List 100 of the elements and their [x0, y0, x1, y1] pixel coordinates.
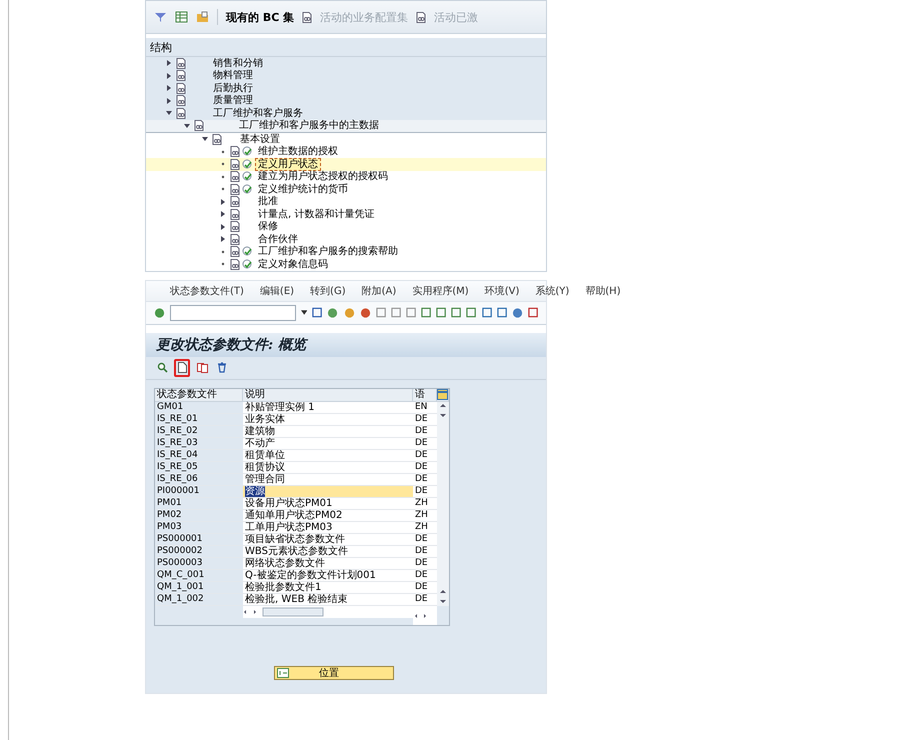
tree-item-label[interactable]: 定义维护统计的货币: [255, 182, 351, 196]
toolbar-item[interactable]: 现有的 BC 集: [226, 10, 294, 24]
table-cell[interactable]: PM02: [155, 510, 243, 522]
expand-arrow-icon[interactable]: [166, 85, 172, 92]
tree-item-label[interactable]: 物料管理: [210, 69, 256, 82]
menu-item[interactable]: 系统(Y): [535, 284, 570, 298]
tree-item-label[interactable]: 维护主数据的授权: [255, 145, 341, 158]
table-cell[interactable]: 补贴管理实例 1: [243, 402, 413, 414]
column-settings-icon[interactable]: [437, 388, 448, 400]
table-cell: DE: [413, 474, 437, 486]
menu-item[interactable]: 状态参数文件(T): [170, 284, 244, 298]
tree-item-label[interactable]: 定义用户状态: [255, 158, 321, 171]
table-cell: DE: [413, 486, 437, 498]
table-cell: DE: [413, 426, 437, 438]
expand-arrow-icon[interactable]: [166, 98, 172, 104]
table-cell[interactable]: PS000001: [155, 534, 243, 546]
tree-item-label[interactable]: 基本设置: [237, 132, 283, 146]
menu-item[interactable]: 编辑(E): [260, 284, 294, 298]
position-button[interactable]: 位置: [274, 666, 394, 680]
document-icon: [194, 120, 204, 132]
column-header[interactable]: 状态参数文件: [155, 388, 243, 402]
dropdown-arrow-icon[interactable]: [300, 310, 308, 315]
funnel-icon[interactable]: [154, 11, 167, 23]
table-cell[interactable]: 租赁协议: [243, 462, 413, 474]
grid-icon[interactable]: [175, 11, 188, 23]
screen-title: 更改状态参数文件: 概览: [146, 332, 546, 356]
menu-item[interactable]: 转到(G): [310, 284, 346, 298]
table-cell[interactable]: IS_RE_06: [155, 474, 243, 486]
collapse-arrow-icon[interactable]: [166, 110, 172, 116]
bullet-icon: [220, 161, 226, 168]
collapse-arrow-icon[interactable]: [184, 122, 190, 129]
menu-item[interactable]: 实用程序(M): [412, 284, 469, 298]
table-cell[interactable]: IS_RE_02: [155, 426, 243, 438]
bullet-icon: [220, 248, 226, 255]
command-field[interactable]: [170, 304, 296, 320]
bullet-icon: [220, 186, 226, 192]
expand-arrow-icon[interactable]: [166, 72, 172, 79]
tree-item-label[interactable]: 工厂维护和客户服务的搜索帮助: [255, 245, 401, 258]
expand-arrow-icon[interactable]: [220, 224, 226, 230]
expand-arrow-icon[interactable]: [220, 236, 226, 242]
table-cell[interactable]: Q-被鉴定的参数文件计划001: [243, 570, 413, 582]
tree-item-label[interactable]: 销售和分销: [210, 56, 266, 70]
table-cell[interactable]: 租赁单位: [243, 450, 413, 462]
collapse-arrow-icon[interactable]: [202, 136, 208, 142]
document-icon: [176, 108, 186, 119]
column-header[interactable]: 说明: [243, 388, 413, 402]
document-icon: [302, 12, 312, 22]
table-cell[interactable]: 资源: [243, 486, 413, 498]
table-cell[interactable]: PM01: [155, 498, 243, 510]
table-cell[interactable]: PI000001: [155, 486, 243, 498]
table-cell[interactable]: 设备用户状态PM01: [243, 498, 413, 510]
table-cell[interactable]: IS_RE_01: [155, 414, 243, 426]
table-cell[interactable]: 项目缺省状态参数文件: [243, 534, 413, 546]
table-cell: DE: [413, 450, 437, 462]
new-document-icon: [178, 362, 186, 373]
scroll-arrows-icon[interactable]: [439, 402, 447, 420]
tree-item-label[interactable]: 定义对象信息码: [255, 258, 331, 271]
table-cell[interactable]: QM_C_001: [155, 570, 243, 582]
table-cell[interactable]: GM01: [155, 402, 243, 414]
document-icon: [416, 12, 426, 22]
tree-item-label[interactable]: 计量点, 计数器和计量凭证: [255, 208, 378, 221]
tree-item-label[interactable]: 后勤执行: [210, 82, 256, 95]
table-cell[interactable]: 通知单用户状态PM02: [243, 510, 413, 522]
table-cell[interactable]: 网络状态参数文件: [243, 558, 413, 570]
table-cell[interactable]: 业务实体: [243, 414, 413, 426]
bullet-icon: [220, 261, 226, 268]
table-cell[interactable]: 不动产: [243, 438, 413, 450]
menu-item[interactable]: 附加(A): [362, 284, 396, 298]
table-cell: DE: [413, 462, 437, 474]
search-icon: [156, 362, 168, 373]
menu-item[interactable]: 环境(V): [484, 284, 520, 298]
structure-header: 结构: [146, 38, 546, 57]
tree-item-label[interactable]: 批准: [255, 195, 281, 208]
tree-item-label[interactable]: 保修: [255, 220, 281, 234]
table-cell[interactable]: 检验批, WEB 检验结束: [243, 594, 413, 606]
table-cell[interactable]: QM_1_001: [155, 582, 243, 594]
table-cell[interactable]: IS_RE_03: [155, 438, 243, 450]
tree-item-label[interactable]: 建立为用户状态授权的授权码: [255, 170, 391, 184]
table-cell[interactable]: WBS元素状态参数文件: [243, 546, 413, 558]
scroll-arrows-icon[interactable]: [439, 588, 447, 606]
toolbar-button[interactable]: [174, 358, 190, 376]
expand-arrow-icon[interactable]: [166, 60, 172, 66]
expand-arrow-icon[interactable]: [220, 211, 226, 218]
table-cell[interactable]: 工单用户状态PM03: [243, 522, 413, 534]
table-cell[interactable]: PM03: [155, 522, 243, 534]
expand-arrow-icon[interactable]: [220, 198, 226, 205]
table-cell: ZH: [413, 522, 437, 534]
table-cell[interactable]: QM_1_002: [155, 594, 243, 606]
folder-icon[interactable]: [196, 11, 209, 23]
table-cell[interactable]: PS000003: [155, 558, 243, 570]
column-header[interactable]: 语: [413, 388, 437, 402]
table-cell[interactable]: 检验批参数文件1: [243, 582, 413, 594]
table-cell[interactable]: 建筑物: [243, 426, 413, 438]
tree-item-label[interactable]: 质量管理: [210, 94, 256, 108]
table-cell[interactable]: IS_RE_05: [155, 462, 243, 474]
table-cell[interactable]: 管理合同: [243, 474, 413, 486]
table-cell[interactable]: PS000002: [155, 546, 243, 558]
table-cell[interactable]: IS_RE_04: [155, 450, 243, 462]
tree-item-label[interactable]: 合作伙伴: [255, 232, 301, 246]
menu-item[interactable]: 帮助(H): [585, 284, 621, 298]
